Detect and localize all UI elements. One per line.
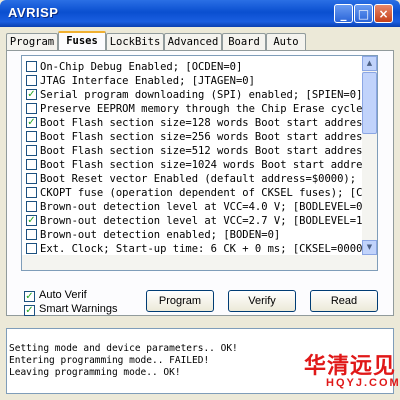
- fuse-label: Preserve EEPROM memory through the Chip …: [40, 103, 378, 115]
- fuse-label: JTAG Interface Enabled; [JTAGEN=0]: [40, 75, 255, 87]
- auto-verify-label: Auto Verif: [39, 289, 87, 301]
- fuse-label: On-Chip Debug Enabled; [OCDEN=0]: [40, 61, 243, 73]
- fuse-checkbox[interactable]: ✓: [26, 215, 37, 226]
- tab-auto[interactable]: Auto: [266, 33, 306, 50]
- vertical-scrollbar[interactable]: ▲ ▼: [362, 56, 377, 270]
- program-button[interactable]: Program: [146, 290, 214, 312]
- fuse-label: Ext. Clock; Start-up time: 6 CK + 0 ms; …: [40, 243, 378, 255]
- fuse-label: Boot Flash section size=1024 words Boot …: [40, 159, 378, 171]
- tab-program[interactable]: Program: [6, 33, 58, 50]
- fuse-checkbox[interactable]: [26, 201, 37, 212]
- fuse-list[interactable]: On-Chip Debug Enabled; [OCDEN=0] JTAG Int…: [21, 55, 378, 271]
- fuse-label: Serial program downloading (SPI) enabled…: [40, 89, 363, 101]
- fuse-label: Brown-out detection enabled; [BODEN=0]: [40, 229, 281, 241]
- read-button[interactable]: Read: [310, 290, 378, 312]
- scroll-down-icon[interactable]: ▼: [362, 240, 377, 255]
- verify-button[interactable]: Verify: [228, 290, 296, 312]
- scroll-up-icon[interactable]: ▲: [362, 56, 377, 71]
- watermark-sub: HQYJ.COM: [326, 377, 400, 389]
- fuse-checkbox[interactable]: [26, 173, 37, 184]
- close-button[interactable]: ×: [374, 4, 393, 23]
- tab-board[interactable]: Board: [222, 33, 266, 50]
- minimize-button[interactable]: _: [334, 4, 353, 23]
- smart-warnings-checkbox[interactable]: ✓: [24, 305, 35, 316]
- log-line: Entering programming mode.. FAILED!: [9, 355, 210, 366]
- auto-verify-checkbox[interactable]: ✓: [24, 291, 35, 302]
- log-line: Setting mode and device parameters.. OK!: [9, 343, 238, 354]
- fuse-checkbox[interactable]: [26, 159, 37, 170]
- watermark-logo: 华清远见 HQYJ.COM: [300, 348, 399, 398]
- tab-fuses[interactable]: Fuses: [58, 31, 106, 51]
- tab-lockbits[interactable]: LockBits: [106, 33, 164, 50]
- smart-warnings-label: Smart Warnings: [39, 303, 118, 315]
- tab-advanced[interactable]: Advanced: [164, 33, 222, 50]
- avrisp-window: AVRISP _ □ × Program Fuses LockBits Adva…: [0, 0, 400, 400]
- fuse-checkbox[interactable]: [26, 61, 37, 72]
- fuse-label: Brown-out detection level at VCC=4.0 V; …: [40, 201, 369, 213]
- fuse-label: Boot Flash section size=512 words Boot s…: [40, 145, 378, 157]
- fuse-label: CKOPT fuse (operation dependent of CKSEL…: [40, 187, 378, 199]
- fuse-label: Boot Flash section size=256 words Boot s…: [40, 131, 378, 143]
- fuse-label: Boot Reset vector Enabled (default addre…: [40, 173, 378, 185]
- fuse-checkbox[interactable]: ✓: [26, 89, 37, 100]
- fuse-checkbox[interactable]: ✓: [26, 117, 37, 128]
- watermark-text: 华清远见: [304, 354, 397, 379]
- maximize-button[interactable]: □: [354, 4, 373, 23]
- fuse-checkbox[interactable]: [26, 75, 37, 86]
- fuse-checkbox[interactable]: [26, 145, 37, 156]
- fuse-checkbox[interactable]: [26, 131, 37, 142]
- window-title: AVRISP: [8, 5, 59, 20]
- title-bar[interactable]: AVRISP _ □ ×: [0, 0, 400, 27]
- scroll-thumb[interactable]: [362, 72, 377, 134]
- fuse-checkbox[interactable]: [26, 187, 37, 198]
- fuse-checkbox[interactable]: [26, 243, 37, 254]
- fuse-label: Boot Flash section size=128 words Boot s…: [40, 117, 378, 129]
- horizontal-scrollbar[interactable]: [22, 255, 362, 270]
- log-line: Leaving programming mode.. OK!: [9, 367, 181, 378]
- fuse-label: Brown-out detection level at VCC=2.7 V; …: [40, 215, 369, 227]
- fuse-checkbox[interactable]: [26, 229, 37, 240]
- fuse-checkbox[interactable]: [26, 103, 37, 114]
